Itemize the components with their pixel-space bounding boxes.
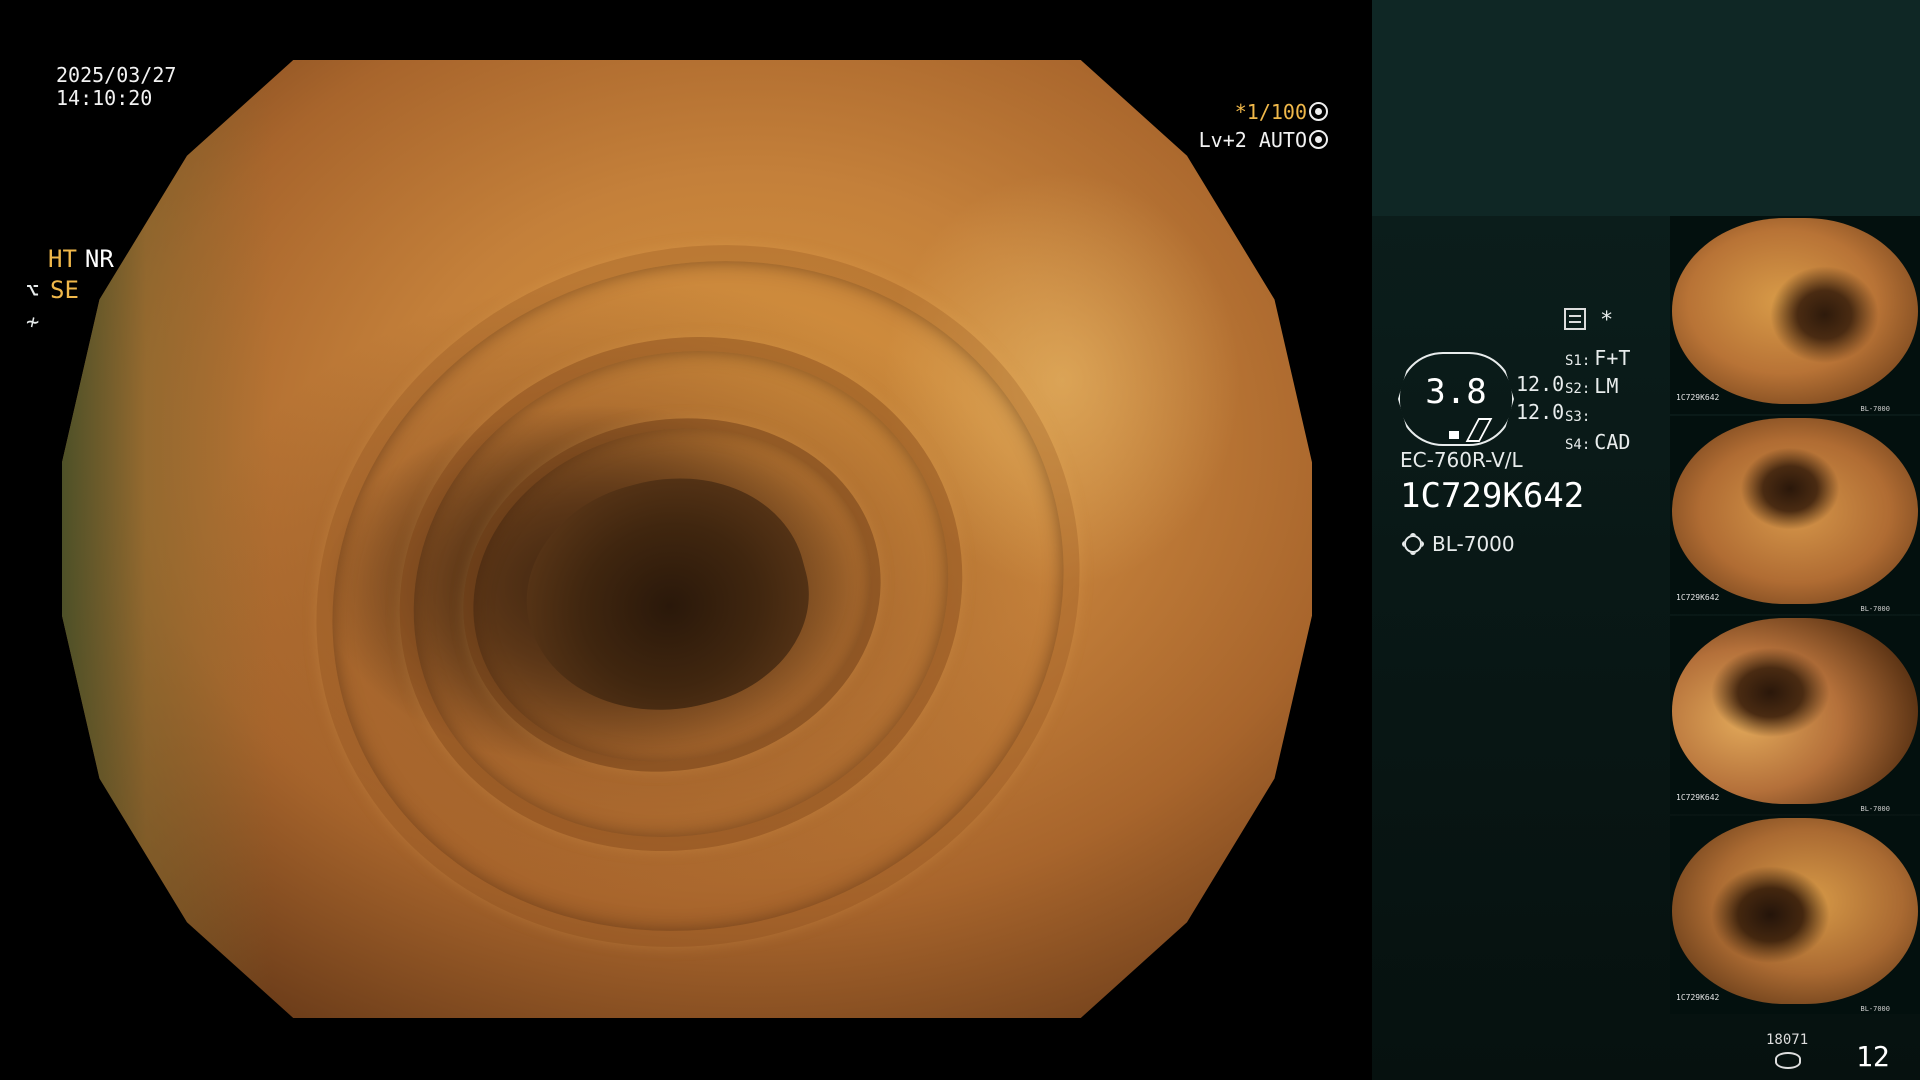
thumbnail-serial: 1C729K642 bbox=[1676, 993, 1720, 1002]
light-source-icon bbox=[1404, 535, 1422, 553]
image-count: 12 bbox=[1856, 1040, 1890, 1073]
switch-key: S2: bbox=[1565, 381, 1591, 397]
light-source: BL-7000 bbox=[1400, 532, 1515, 556]
hue-tone-label: HT bbox=[48, 245, 77, 273]
endoscope-view: 2025/03/27 14:10:20 *1/100 Lv+2 AUTO bbox=[0, 0, 1372, 1080]
switch-key: S3: bbox=[1565, 409, 1591, 425]
image-processing-settings: HT NR ⌥ SE ≁ bbox=[26, 244, 266, 337]
switch-row: S4: CAD bbox=[1565, 430, 1630, 458]
zoom-level: 12.0 bbox=[1516, 372, 1565, 396]
zoom-position-marker bbox=[1449, 431, 1459, 439]
structure-enhance-label: SE bbox=[50, 276, 79, 304]
switch-row: S2: LM bbox=[1565, 374, 1630, 402]
thumbnail-image bbox=[1672, 418, 1918, 604]
zoom-value: 3.8 bbox=[1425, 372, 1487, 412]
iris-auto-icon bbox=[1309, 130, 1328, 149]
zoom-levels: 12.0 12.0 bbox=[1516, 370, 1564, 426]
captured-image-thumbnail[interactable]: 1C729K642 BL-7000 bbox=[1670, 816, 1920, 1014]
thumbnail-image bbox=[1672, 818, 1918, 1004]
thumbnail-light-source: BL-7000 bbox=[1860, 405, 1890, 413]
switch-key: S4: bbox=[1565, 437, 1591, 453]
thumbnail-light-source: BL-7000 bbox=[1860, 1005, 1890, 1013]
switch-row: S3: bbox=[1565, 402, 1630, 430]
scope-serial: 1C729K642 bbox=[1400, 476, 1585, 516]
thumbnail-light-source: BL-7000 bbox=[1860, 605, 1890, 613]
captured-image-thumbnail[interactable]: 1C729K642 BL-7000 bbox=[1670, 416, 1920, 614]
thumbnail-serial: 1C729K642 bbox=[1676, 593, 1720, 602]
thumbnail-serial: 1C729K642 bbox=[1676, 393, 1720, 402]
switch-value: LM bbox=[1594, 374, 1619, 398]
exposure-readout: *1/100 Lv+2 AUTO bbox=[1199, 98, 1328, 154]
frame-code: 18071 bbox=[1766, 1032, 1809, 1048]
endoscopy-image bbox=[62, 60, 1312, 1018]
structure-enhance-icon: ⌥ bbox=[26, 279, 40, 304]
scope-model: EC-760R-V/L bbox=[1400, 448, 1523, 472]
captured-image-thumbnail[interactable]: 1C729K642 BL-7000 bbox=[1670, 216, 1920, 414]
captured-image-thumbnail[interactable]: 1C729K642 BL-7000 bbox=[1670, 616, 1920, 814]
iris-mode: Lv+2 AUTO bbox=[1198, 128, 1307, 152]
time-text: 14:10:20 bbox=[56, 86, 153, 110]
scope-switch-assignments: S1: F+T S2: LM S3: S4: CAD bbox=[1565, 346, 1630, 458]
shutter-speed: *1/100 bbox=[1234, 100, 1307, 124]
switch-value: CAD bbox=[1594, 430, 1631, 454]
panel-header-area bbox=[1372, 0, 1920, 216]
thumbnail-light-source: BL-7000 bbox=[1860, 805, 1890, 813]
thumbnail-image bbox=[1672, 618, 1918, 804]
thumbnail-image bbox=[1672, 218, 1918, 404]
datetime-readout: 2025/03/27 14:10:20 bbox=[56, 64, 176, 110]
switch-value: F+T bbox=[1594, 346, 1631, 370]
captured-images-list: 1C729K642 BL-7000 1C729K642 BL-7000 1C72… bbox=[1670, 216, 1920, 1016]
zoom-level: 12.0 bbox=[1516, 400, 1565, 424]
mode-marker: * bbox=[1600, 308, 1614, 333]
menu-icon[interactable] bbox=[1564, 308, 1586, 330]
disk-icon bbox=[1775, 1052, 1801, 1069]
switch-key: S1: bbox=[1565, 353, 1591, 369]
light-source-label: BL-7000 bbox=[1432, 532, 1515, 556]
freeze-icon: ≁ bbox=[26, 310, 40, 335]
switch-row: S1: F+T bbox=[1565, 346, 1630, 374]
thumbnail-serial: 1C729K642 bbox=[1676, 793, 1720, 802]
noise-reduction-label: NR bbox=[84, 245, 114, 273]
image-edge-shade bbox=[62, 60, 272, 1018]
date-text: 2025/03/27 bbox=[56, 63, 177, 87]
shape-enhance-icon bbox=[1309, 102, 1328, 121]
mode-indicators: * bbox=[1564, 308, 1613, 333]
